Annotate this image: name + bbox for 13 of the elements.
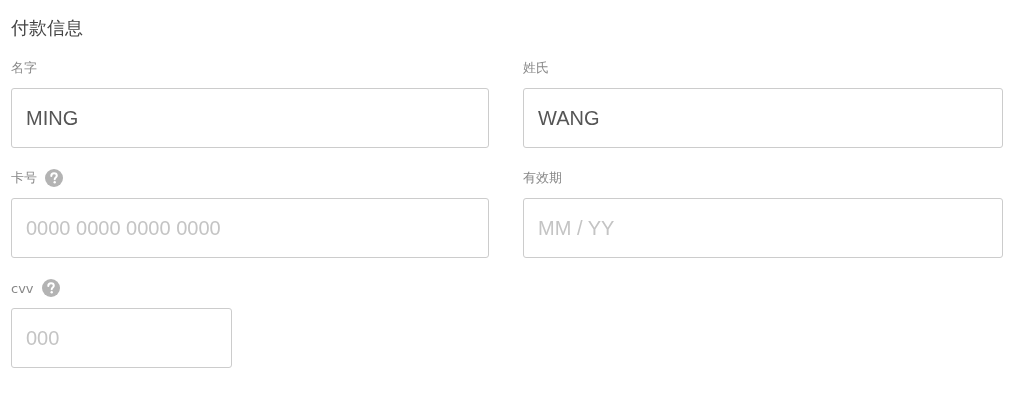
help-icon[interactable] (41, 279, 60, 297)
input-field[interactable]: 000 (11, 308, 232, 368)
input-field[interactable]: 0000 0000 0000 0000 (11, 198, 489, 258)
help-icon[interactable] (45, 169, 63, 187)
field-label: 卡号 (11, 169, 37, 187)
input-field[interactable]: WANG (523, 88, 1003, 148)
input-field[interactable]: MM / YY (523, 198, 1003, 258)
field-label: cvv (11, 280, 34, 296)
section-title: 付款信息 (11, 16, 84, 40)
field-label: 有效期 (523, 169, 562, 187)
field-label: 姓氏 (523, 59, 549, 77)
field-label: 名字 (11, 59, 37, 77)
input-field[interactable]: MING (11, 88, 489, 148)
